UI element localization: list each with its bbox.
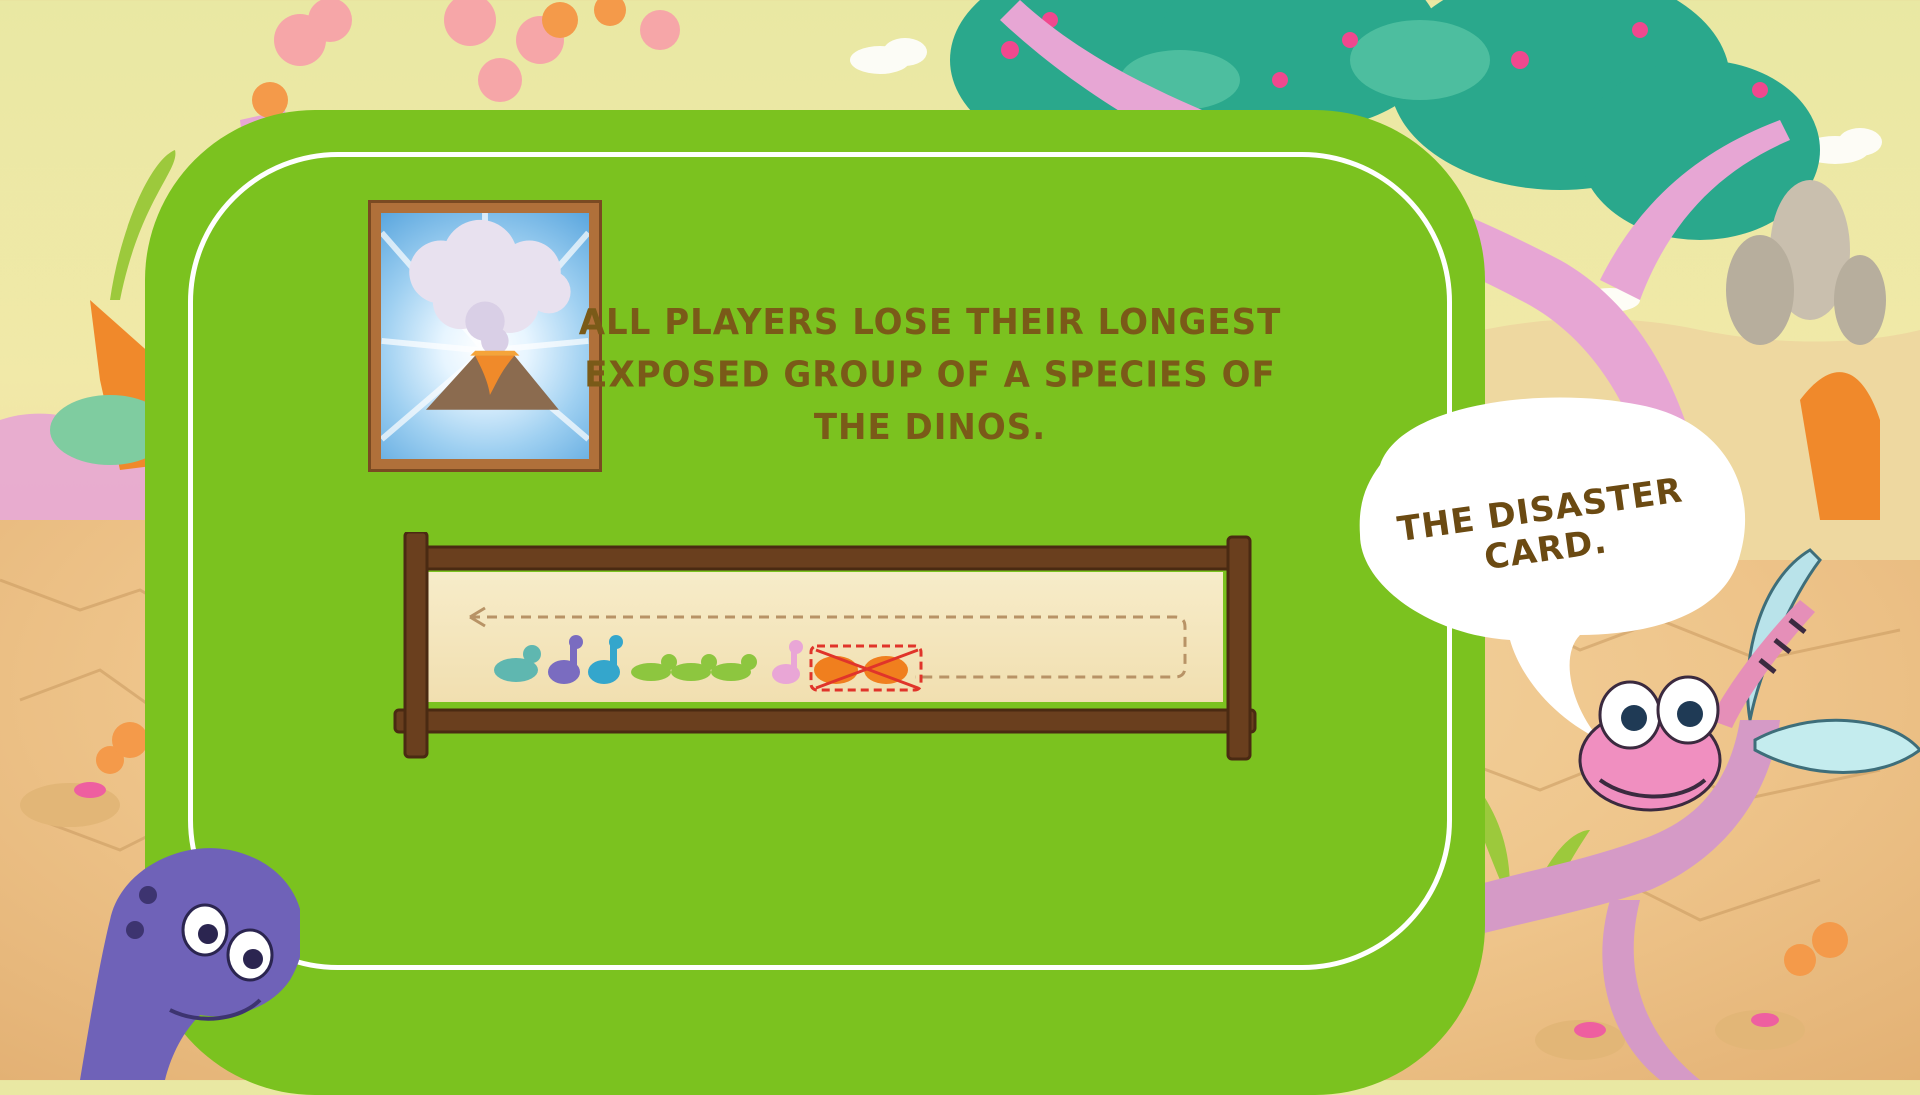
dino-purple [548,635,583,684]
purple-dino-character [80,848,300,1080]
dino-pink [772,640,803,684]
dino-teal [494,645,541,682]
dino-green-1 [631,654,677,681]
volcano-icon [381,213,589,442]
dragonfly-character [1578,548,1920,812]
volcano-card-art [381,213,589,459]
dino-green-3 [711,654,757,681]
dino-row [494,635,923,692]
dino-green-2 [671,654,717,681]
dino-blue [588,635,623,684]
rule-text: ALL PLAYERS LOSE THEIR LONGEST EXPOSED G… [578,301,1282,449]
